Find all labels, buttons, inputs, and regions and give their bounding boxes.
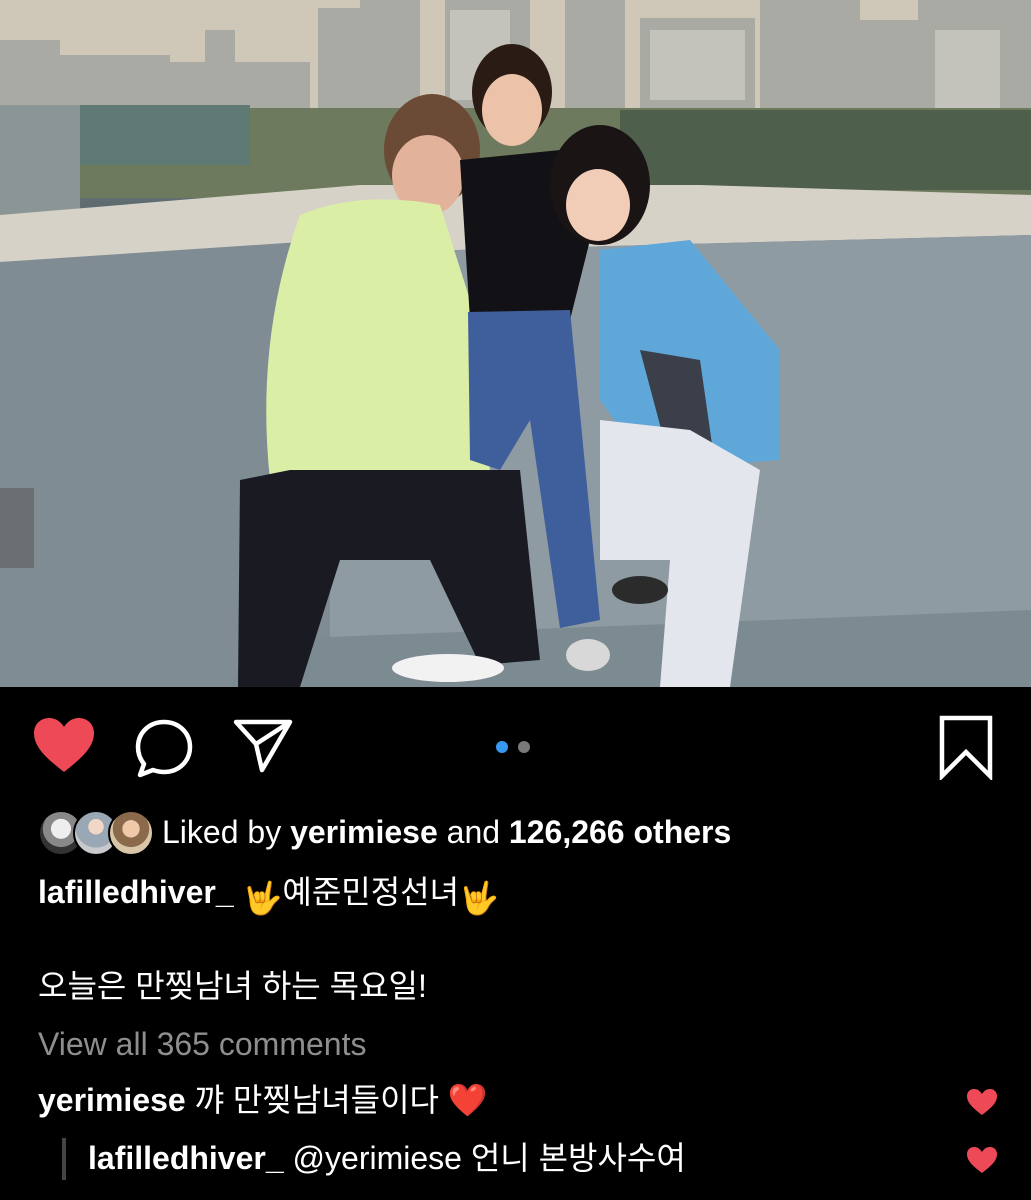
rock-on-hand-emoji-right: 🤟: [459, 880, 499, 916]
post-action-bar: [0, 700, 1031, 800]
carousel-indicator: [496, 741, 540, 753]
caption-body: 오늘은 만찢남녀 하는 목요일!: [38, 968, 427, 1004]
reply-username-link[interactable]: lafilledhiver_: [88, 1140, 284, 1176]
reply-thread-line: [62, 1138, 66, 1180]
carousel-dot-active: [496, 741, 508, 753]
comment-like-heart-icon[interactable]: [966, 1088, 998, 1116]
reply-like-heart-icon[interactable]: [966, 1146, 998, 1174]
likes-middle: and: [437, 814, 509, 850]
reply-item: lafilledhiver_ @yerimiese 언니 본방사수여: [88, 1138, 686, 1178]
comment-item: yerimiese 꺄 만찢남녀들이다 ❤️: [38, 1080, 488, 1120]
rock-on-hand-emoji-left: 🤟: [242, 880, 283, 916]
liker-avatars[interactable]: [38, 808, 154, 856]
post-photo[interactable]: [0, 0, 1031, 687]
red-heart-emoji: ❤️: [447, 1082, 488, 1118]
carousel-dot-inactive: [518, 741, 530, 753]
caption-header: lafilledhiver_ 🤟예준민정선녀🤟: [38, 872, 499, 918]
paper-plane-icon[interactable]: [232, 716, 294, 774]
likes-summary: Liked by yerimiese and 126,266 others: [162, 814, 731, 850]
comment-bubble-icon[interactable]: [134, 718, 194, 778]
likes-row[interactable]: Liked by yerimiese and 126,266 others: [38, 808, 998, 856]
post-photo-illustration: [0, 0, 1031, 687]
likes-prefix: Liked by: [162, 814, 291, 850]
caption-username-link[interactable]: lafilledhiver_: [38, 874, 234, 910]
likes-count-link[interactable]: 126,266 others: [509, 814, 731, 850]
reply-text: @yerimiese 언니 본방사수여: [292, 1140, 686, 1176]
bookmark-icon[interactable]: [936, 714, 996, 780]
liker-username-link[interactable]: yerimiese: [290, 814, 438, 850]
avatar[interactable]: [108, 810, 154, 856]
comment-username-link[interactable]: yerimiese: [38, 1082, 186, 1118]
view-all-comments-link[interactable]: View all 365 comments: [38, 1024, 366, 1064]
comment-text: 꺄 만찢남녀들이다: [194, 1082, 439, 1118]
heart-filled-icon[interactable]: [32, 716, 96, 774]
caption-text: 예준민정선녀: [282, 874, 460, 910]
